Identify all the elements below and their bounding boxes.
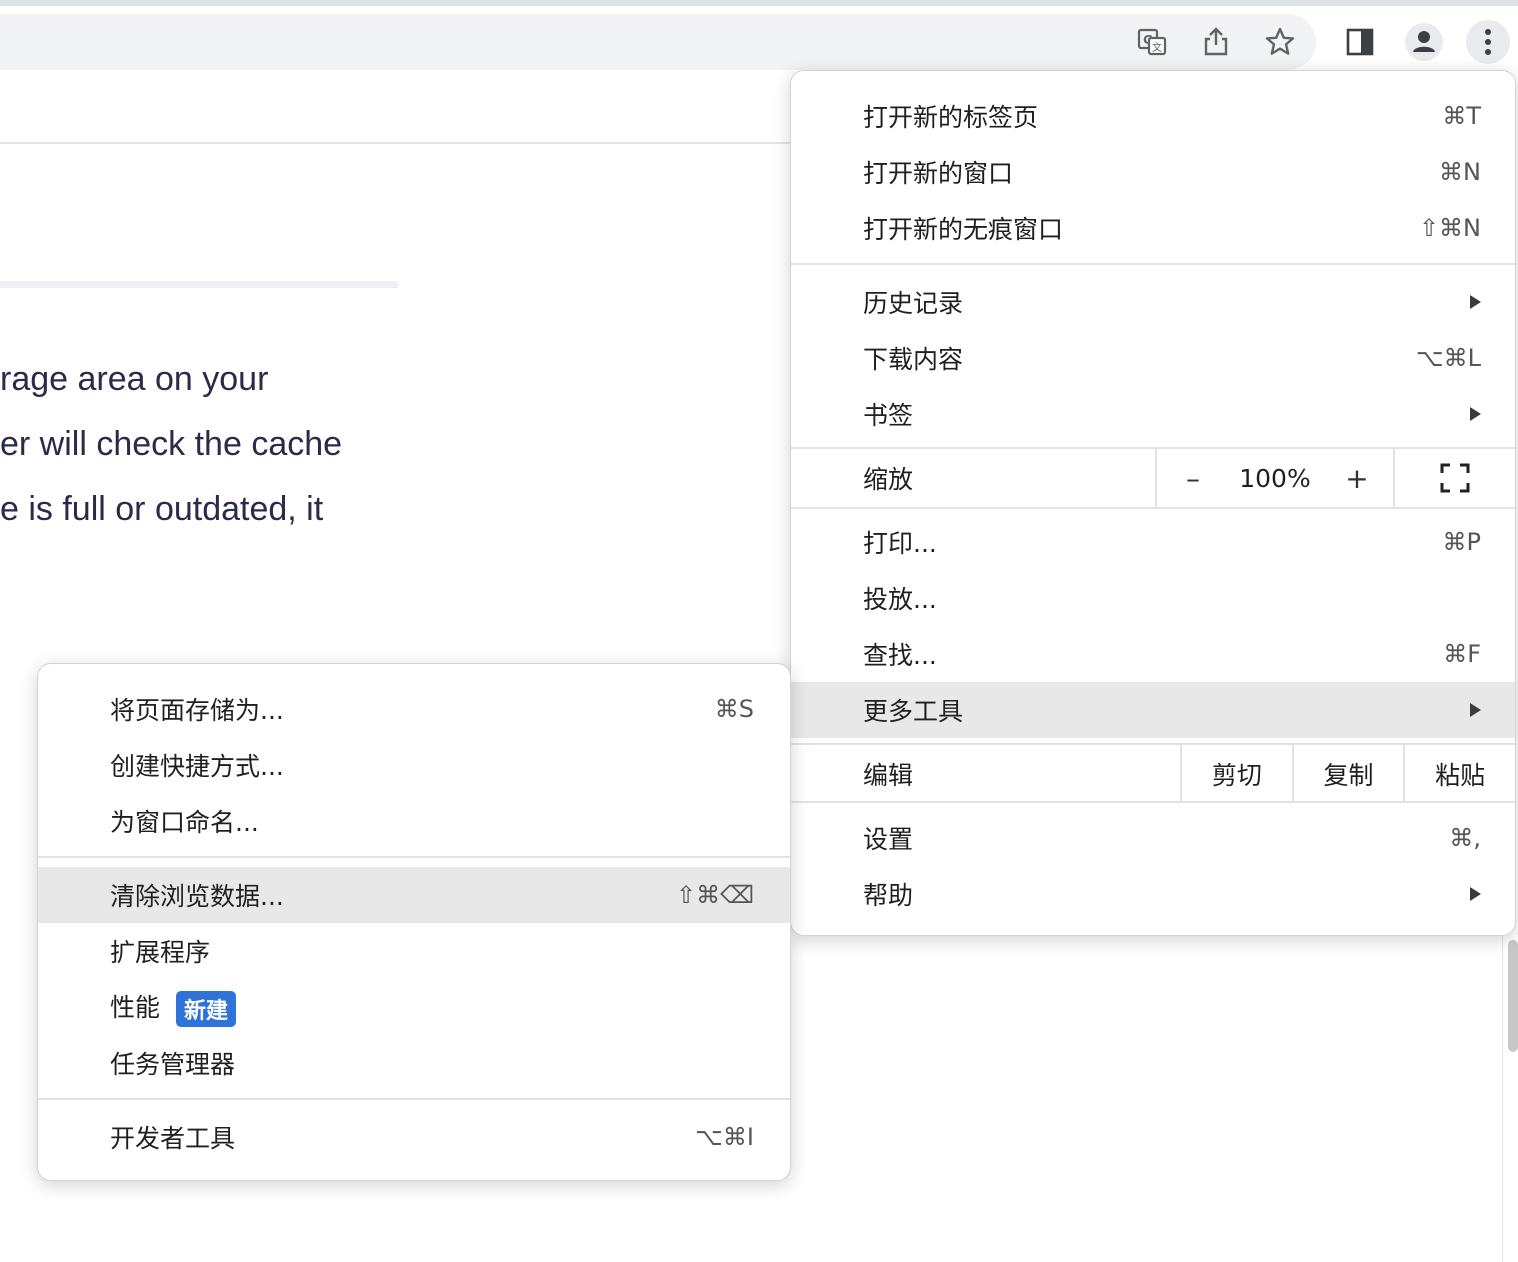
menu-item-shortcut: ⌘S	[714, 695, 754, 723]
menu-item-name-window[interactable]: 为窗口命名...	[38, 793, 790, 849]
menu-item-bookmarks[interactable]: 书签	[791, 386, 1515, 442]
menu-item-save-page[interactable]: 将页面存储为... ⌘S	[38, 681, 790, 737]
menu-item-label: 打开新的标签页	[863, 103, 1039, 132]
menu-row-zoom: 缩放 – 100% +	[791, 449, 1515, 507]
menu-item-developer-tools[interactable]: 开发者工具 ⌥⌘I	[38, 1109, 790, 1165]
menu-item-label: 帮助	[863, 881, 914, 910]
menu-item-downloads[interactable]: 下载内容 ⌥⌘L	[791, 330, 1515, 386]
menu-item-find[interactable]: 查找... ⌘F	[791, 626, 1515, 682]
menu-item-shortcut: ⌘F	[1443, 640, 1481, 668]
submenu-arrow-icon	[1470, 703, 1481, 717]
menu-item-task-manager[interactable]: 任务管理器	[38, 1035, 790, 1091]
menu-item-label: 任务管理器	[110, 1050, 236, 1079]
menu-item-new-window[interactable]: 打开新的窗口 ⌘N	[791, 144, 1515, 200]
menu-item-label: 开发者工具	[110, 1124, 236, 1153]
menu-separator	[38, 856, 790, 858]
paragraph-line-2: er will check the cache	[0, 425, 343, 463]
menu-item-shortcut: ⌥⌘L	[1415, 344, 1481, 372]
menu-item-label: 将页面存储为...	[110, 696, 284, 725]
zoom-controls: – 100% +	[1155, 449, 1393, 507]
menu-item-label: 性能	[110, 992, 161, 1022]
submenu-arrow-icon	[1470, 887, 1481, 901]
address-bar[interactable]	[0, 14, 1316, 70]
menu-item-settings[interactable]: 设置 ⌘,	[791, 810, 1515, 866]
menu-item-label: 为窗口命名...	[110, 808, 259, 837]
zoom-level-value: 100%	[1239, 463, 1311, 493]
menu-separator	[38, 1098, 790, 1100]
fullscreen-button[interactable]	[1393, 449, 1515, 507]
menu-row-edit: 编辑 剪切 复制 粘贴	[791, 745, 1515, 803]
scrollbar-thumb[interactable]	[1508, 940, 1518, 1052]
menu-item-label: 查找...	[863, 641, 937, 670]
submenu-arrow-icon	[1470, 407, 1481, 421]
menu-item-more-tools[interactable]: 更多工具	[791, 682, 1515, 738]
menu-item-new-tab[interactable]: 打开新的标签页 ⌘T	[791, 88, 1515, 144]
menu-item-extensions[interactable]: 扩展程序	[38, 923, 790, 979]
page-section-bar	[0, 281, 398, 288]
menu-item-label-wrap: 性能 新建	[110, 988, 754, 1027]
paste-button[interactable]: 粘贴	[1403, 745, 1515, 803]
menu-item-label: 书签	[863, 401, 914, 430]
edit-label: 编辑	[863, 761, 914, 790]
browser-toolbar: G 文	[0, 6, 1518, 76]
menu-item-help[interactable]: 帮助	[791, 866, 1515, 922]
svg-text:文: 文	[1152, 41, 1162, 54]
menu-item-shortcut: ⌘N	[1439, 158, 1481, 186]
zoom-out-button[interactable]: –	[1157, 449, 1229, 507]
menu-item-label: 更多工具	[863, 697, 964, 726]
menu-item-shortcut: ⌘P	[1442, 528, 1481, 556]
menu-item-create-shortcut[interactable]: 创建快捷方式...	[38, 737, 790, 793]
menu-separator	[791, 263, 1515, 265]
menu-item-shortcut: ⇧⌘⌫	[675, 881, 754, 909]
copy-button[interactable]: 复制	[1291, 745, 1404, 803]
menu-item-label: 扩展程序	[110, 938, 211, 967]
zoom-label: 缩放	[863, 465, 914, 494]
more-tools-submenu: 将页面存储为... ⌘S 创建快捷方式... 为窗口命名... 清除浏览数据..…	[37, 663, 791, 1181]
menu-item-label: 历史记录	[863, 289, 964, 318]
fullscreen-icon	[1440, 463, 1470, 493]
menu-item-label: 设置	[863, 825, 914, 854]
menu-item-label: 创建快捷方式...	[110, 752, 284, 781]
menu-item-label: 打开新的无痕窗口	[863, 215, 1064, 244]
zoom-in-button[interactable]: +	[1321, 449, 1393, 507]
menu-item-shortcut: ⌘T	[1442, 102, 1481, 130]
menu-item-history[interactable]: 历史记录	[791, 274, 1515, 330]
menu-item-shortcut: ⇧⌘N	[1418, 214, 1481, 242]
menu-item-shortcut: ⌘,	[1449, 824, 1481, 852]
paragraph-line-1: rage area on your	[0, 360, 269, 398]
menu-item-label: 下载内容	[863, 345, 964, 374]
menu-item-label: 清除浏览数据...	[110, 882, 284, 911]
submenu-arrow-icon	[1470, 295, 1481, 309]
share-icon[interactable]	[1194, 20, 1238, 64]
menu-separator	[791, 507, 1515, 509]
menu-item-shortcut: ⌥⌘I	[695, 1123, 754, 1151]
profile-icon[interactable]	[1402, 20, 1446, 64]
paragraph-line-3: e is full or outdated, it	[0, 490, 324, 528]
menu-item-print[interactable]: 打印... ⌘P	[791, 514, 1515, 570]
chrome-main-menu: 打开新的标签页 ⌘T 打开新的窗口 ⌘N 打开新的无痕窗口 ⇧⌘N 历史记录 下…	[790, 70, 1516, 936]
translate-icon[interactable]: G 文	[1130, 20, 1174, 64]
bookmark-star-icon[interactable]	[1258, 20, 1302, 64]
new-badge: 新建	[176, 990, 237, 1027]
page-divider	[0, 142, 800, 144]
menu-item-cast[interactable]: 投放...	[791, 570, 1515, 626]
menu-item-label: 打开新的窗口	[863, 159, 1014, 188]
menu-separator	[791, 801, 1515, 803]
menu-item-label: 打印...	[863, 529, 937, 558]
cut-button[interactable]: 剪切	[1180, 745, 1292, 803]
menu-item-clear-browsing-data[interactable]: 清除浏览数据... ⇧⌘⌫	[38, 867, 790, 923]
more-menu-icon[interactable]	[1466, 20, 1510, 64]
side-panel-icon[interactable]	[1338, 20, 1382, 64]
menu-item-performance[interactable]: 性能 新建	[38, 979, 790, 1035]
menu-item-label: 投放...	[863, 585, 937, 614]
menu-item-new-incognito-window[interactable]: 打开新的无痕窗口 ⇧⌘N	[791, 200, 1515, 256]
